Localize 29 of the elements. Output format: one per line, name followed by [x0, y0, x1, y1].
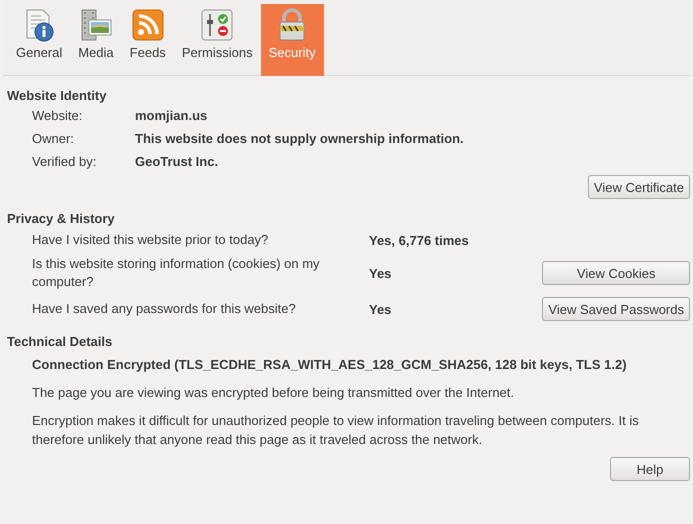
field-value: GeoTrust Inc.	[135, 154, 220, 169]
section-title: Website Identity	[7, 88, 108, 103]
rss-icon	[130, 8, 165, 42]
field-label: Website:	[32, 108, 84, 123]
question-text: Is this website storing information (cookies) on my computer?	[32, 255, 321, 291]
answer-text: Yes, 6,776 times	[369, 232, 470, 248]
answer-text: Yes	[369, 266, 392, 280]
tab[interactable]: Media	[70, 4, 122, 76]
help-button[interactable]: Help	[610, 457, 690, 481]
sliders-permissions-icon	[200, 8, 234, 42]
tab[interactable]: Permissions	[174, 4, 261, 76]
field-label: Verified by:	[32, 154, 98, 169]
view-button[interactable]: View Saved Passwords	[542, 297, 690, 321]
field-label: Owner:	[32, 131, 75, 146]
view-button[interactable]: View Cookies	[542, 261, 690, 285]
question-text: Have I visited this website prior to today?	[32, 231, 270, 249]
connection-heading: Connection Encrypted (TLS_ECDHE_RSA_WITH_AES_128_GCM_SHA256, 128 bit keys, TLS 1.2)	[32, 356, 628, 374]
section-title: Technical Details	[7, 334, 114, 349]
film-picture-icon	[78, 8, 113, 42]
description-text: The page you are viewing was encrypted before being transmitted over the Internet.	[32, 384, 516, 402]
question-text: Have I saved any passwords for this website?	[32, 300, 297, 318]
view-certificate-button[interactable]: View Certificate	[588, 175, 690, 199]
tab[interactable]: General	[8, 4, 70, 76]
field-value: This website does not supply ownership information.	[135, 131, 465, 146]
answer-text: Yes	[369, 302, 392, 316]
section-title: Privacy & History	[7, 211, 116, 226]
field-value: momjian.us	[135, 108, 208, 123]
description-text: Encryption makes it difficult for unauthorized people to view information traveling between computers. It is therefore unlikely that anyone read this page as it traveled across the network.	[32, 412, 640, 449]
tab[interactable]: Feeds	[122, 4, 174, 76]
